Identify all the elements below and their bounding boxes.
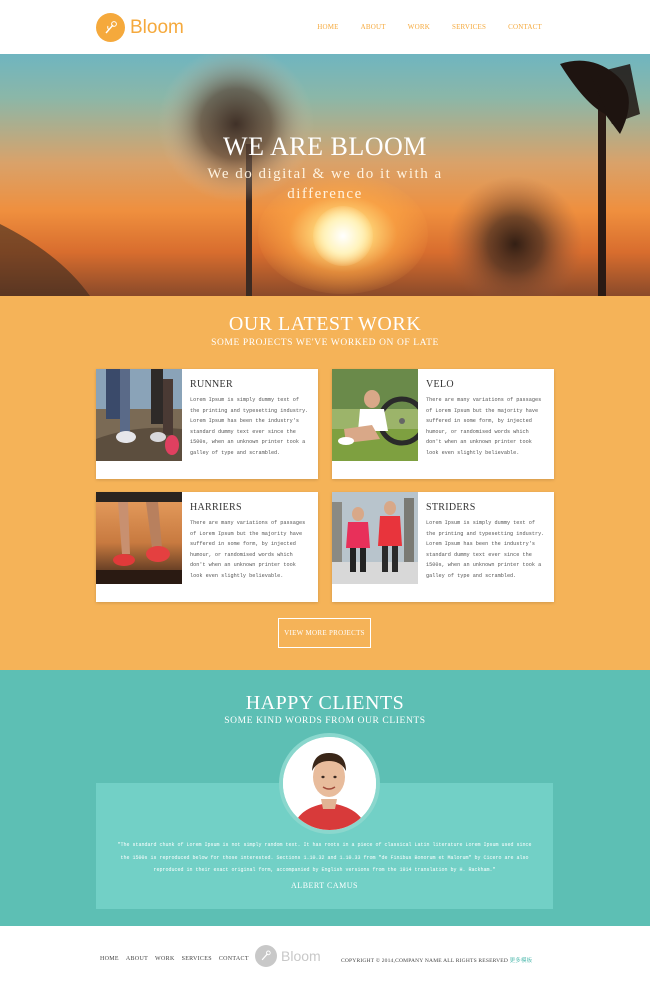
main-nav: HOME ABOUT WORK SERVICES CONTACT [295,23,542,31]
nav-work[interactable]: WORK [408,23,430,31]
footer-nav-home[interactable]: HOME [100,956,119,962]
project-card-velo[interactable]: VELO There are many variations of passag… [332,369,554,479]
card-text: Lorem Ipsum is simply dummy text of the … [426,520,545,579]
card-title: HARRIERS [190,502,242,513]
runner-image [96,369,182,461]
view-more-projects-button[interactable]: VIEW MORE PROJECTS [278,618,371,648]
project-card-runner[interactable]: RUNNER Lorem Ipsum is simply dummy text … [96,369,318,479]
footer-nav-about[interactable]: ABOUT [126,956,148,962]
site-header: Bloom HOME ABOUT WORK SERVICES CONTACT [0,0,650,54]
card-text: Lorem Ipsum is simply dummy text of the … [190,397,309,456]
card-text: There are many variations of passages of… [426,397,542,456]
work-title: OUR LATEST WORK [228,313,422,335]
harriers-image [96,492,182,584]
flower-icon [96,13,125,42]
footer-logo[interactable]: Bloom [255,945,321,967]
client-avatar [283,737,376,830]
clients-subtitle: SOME KIND WORDS FROM OUR CLIENTS [224,716,426,726]
flower-icon [255,945,277,967]
card-title: VELO [426,379,454,390]
footer-nav: HOME ABOUT WORK SERVICES CONTACT [100,956,256,962]
hero-banner: WE ARE BLOOM We do digital & we do it wi… [0,54,650,296]
project-card-harriers[interactable]: HARRIERS There are many variations of pa… [96,492,318,602]
happy-clients-section: HAPPY CLIENTS SOME KIND WORDS FROM OUR C… [0,670,650,926]
nav-services[interactable]: SERVICES [452,23,486,31]
card-text: There are many variations of passages of… [190,520,306,579]
card-title: STRIDERS [426,502,476,513]
copyright: COPYRIGHT © 2014,COMPANY NAME ALL RIGHTS… [341,956,532,964]
logo[interactable]: Bloom [96,13,184,42]
card-title: RUNNER [190,379,233,390]
testimonial-quote: "The standard chunk of Lorem Ipsum is no… [117,842,532,873]
clients-title: HAPPY CLIENTS [245,692,405,714]
latest-work-section: OUR LATEST WORK SOME PROJECTS WE'VE WORK… [0,296,650,670]
velo-image [332,369,418,461]
nav-home[interactable]: HOME [317,23,338,31]
footer-logo-text: Bloom [281,948,321,964]
work-subtitle: SOME PROJECTS WE'VE WORKED ON OF LATE [211,338,439,348]
project-card-striders[interactable]: STRIDERS Lorem Ipsum is simply dummy tex… [332,492,554,602]
logo-text: Bloom [130,16,184,38]
striders-image [332,492,418,584]
testimonial-author: ALBERT CAMUS [291,881,358,890]
hero-title: WE ARE BLOOM [223,132,427,161]
nav-about[interactable]: ABOUT [361,23,386,31]
more-templates-link[interactable]: 更多模板 [510,958,533,964]
hero-subtitle: We do digital & we do it with a differen… [207,166,443,202]
nav-contact[interactable]: CONTACT [508,23,542,31]
footer-nav-services[interactable]: SERVICES [182,956,212,962]
footer-nav-work[interactable]: WORK [155,956,175,962]
footer-nav-contact[interactable]: CONTACT [219,956,249,962]
site-footer: HOME ABOUT WORK SERVICES CONTACT Bloom C… [0,926,650,992]
copyright-text: COPYRIGHT © 2014,COMPANY NAME ALL RIGHTS… [341,958,508,964]
